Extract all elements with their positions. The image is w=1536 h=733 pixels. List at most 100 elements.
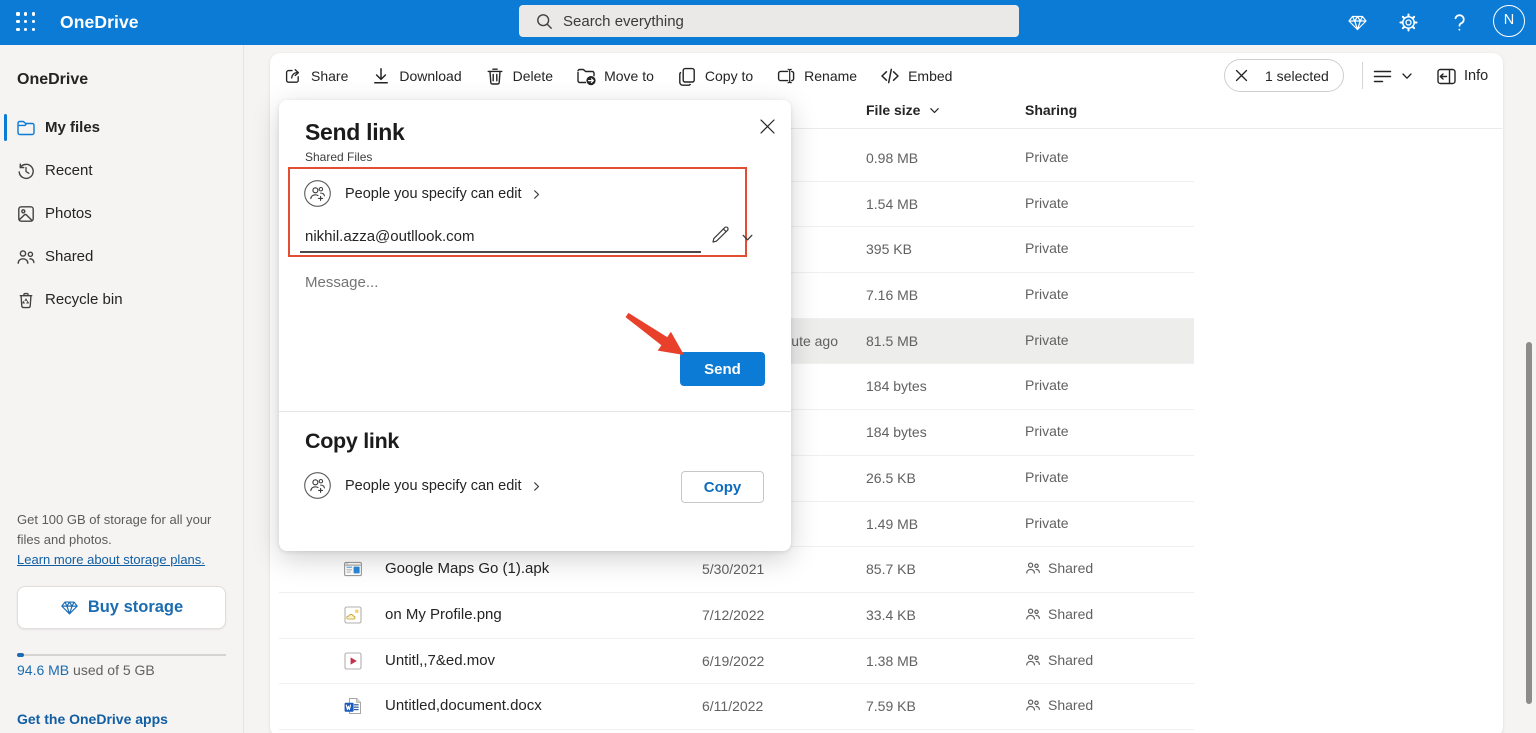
file-size: 184 bytes [866,424,927,441]
sidebar-item-label: My files [45,119,101,136]
file-row[interactable]: Google Maps Go (1).apk 5/30/2021 85.7 KB Sh… [279,547,1194,593]
file-size: 1.38 MB [866,652,919,669]
move-to-button[interactable]: Move to [568,66,654,86]
file-sharing: Shared [1025,604,1093,624]
dismiss-selection-icon [1235,69,1248,82]
download-icon [371,66,391,86]
share-button[interactable]: Share [275,66,348,86]
column-header-file-size[interactable]: File size [866,102,940,118]
buy-storage-label: Buy storage [87,598,184,616]
premium-diamond-icon[interactable] [1347,12,1368,33]
view-options-button[interactable] [1372,61,1422,91]
embed-button[interactable]: Embed [872,66,952,86]
storage-quota-bar [17,654,226,656]
image-file-icon [343,605,363,625]
settings-gear-icon[interactable] [1398,12,1419,33]
dialog-close-button[interactable] [759,118,781,140]
vertical-scrollbar[interactable] [1526,342,1532,704]
sort-chevron-icon [930,107,940,113]
chevron-right-icon [533,482,539,491]
image-icon [16,204,36,224]
embed-icon [880,66,900,86]
app-launcher-waffle-icon[interactable] [16,12,37,33]
chevron-down-icon [1402,73,1412,79]
file-sharing: Shared [1025,695,1093,715]
dialog-title: Send link [305,119,405,145]
message-placeholder[interactable]: Message... [305,274,378,291]
sidebar-item-recycle-bin[interactable]: Recycle bin [0,278,244,321]
file-size: 7.16 MB [866,287,919,304]
sidebar-item-label: Photos [45,205,92,222]
copy-permission-row[interactable]: People you specify can edit [304,472,542,499]
edit-pencil-icon[interactable] [710,224,731,245]
storage-usage-text: 94.6 MB used of 5 GB [17,662,155,678]
toolbar-action-label: Download [399,67,462,84]
file-sharing: Private [1025,423,1069,440]
delete-icon [485,66,505,86]
app-header: OneDrive N [0,0,1536,45]
help-icon[interactable] [1449,12,1470,33]
account-avatar[interactable]: N [1493,5,1525,37]
copy-link-title: Copy link [305,429,400,453]
buy-storage-button[interactable]: Buy storage [17,586,226,629]
file-row[interactable]: on My Profile.png 7/12/2022 33.4 KB Shared [279,593,1194,639]
get-onedrive-apps-link[interactable]: Get the OneDrive apps [17,711,168,727]
link-permission-row[interactable]: People you specify can edit [304,180,542,207]
recipient-dropdown-chevron-icon[interactable] [741,231,754,244]
word-file-icon [343,696,363,716]
delete-button[interactable]: Delete [477,66,553,86]
sidebar-item-label: Recent [45,162,93,179]
file-size: 26.5 KB [866,469,916,486]
sidebar-title: OneDrive [17,71,89,88]
rename-icon [776,66,796,86]
sidebar: OneDrive My files Recent Photos Shared Recyc… [0,45,244,733]
avatar-initial: N [1503,12,1515,28]
file-row[interactable]: Untitled,document.docx 6/11/2022 7.59 KB Sh… [279,684,1194,730]
close-icon [760,119,775,134]
sidebar-item-shared[interactable]: Shared [0,235,244,278]
storage-quota-used [17,653,24,657]
shared-people-icon [1026,562,1040,574]
sidebar-item-photos[interactable]: Photos [0,192,244,235]
person-add-icon [304,180,331,207]
dialog-divider [279,411,791,412]
usage-rest: used of 5 GB [69,662,155,678]
toolbar-action-label: Share [311,67,349,84]
search-input[interactable] [563,5,1003,37]
move-to-icon [576,66,596,86]
copy-to-button[interactable]: Copy to [669,66,753,86]
file-size: 1.49 MB [866,515,919,532]
person-add-icon [304,472,331,499]
file-name: Untitled,document.docx [385,697,542,715]
sidebar-item-recent[interactable]: Recent [0,149,244,192]
file-sharing: Private [1025,331,1069,348]
copy-button[interactable]: Copy [681,471,764,503]
history-icon [16,161,36,181]
storage-plans-link[interactable]: Learn more about storage plans. [17,552,205,567]
sidebar-nav: My files Recent Photos Shared Recycle bin [0,106,244,321]
file-sharing: Shared [1025,558,1093,578]
file-size: 0.98 MB [866,150,919,166]
shared-people-icon [1026,654,1040,666]
send-link-dialog: Send link Shared Files People you specif… [279,100,791,551]
sidebar-item-label: Recycle bin [45,291,123,308]
info-pane-icon [1437,68,1456,84]
file-row[interactable]: Untitl,,7&ed.mov 6/19/2022 1.38 MB Shared [279,639,1194,685]
video-file-icon [343,651,363,671]
recipient-email[interactable]: nikhil.azza@outllook.com [305,228,474,245]
selection-count-pill[interactable]: 1 selected [1224,59,1344,92]
file-sharing: Private [1025,514,1069,531]
info-button[interactable]: Info [1436,61,1488,91]
download-button[interactable]: Download [363,66,462,86]
rename-button[interactable]: Rename [768,66,857,86]
column-header-sharing[interactable]: Sharing [1025,102,1077,118]
file-modified: 6/19/2022 [702,652,765,669]
sidebar-item-my-files[interactable]: My files [0,106,244,149]
file-modified: 5/30/2021 [702,561,765,578]
toolbar-action-label: Delete [512,67,554,84]
copy-to-icon [677,66,697,86]
toolbar-action-label: Embed [908,67,953,84]
search-box[interactable] [519,5,1019,37]
file-name: on My Profile.png [385,605,502,623]
email-input-underline [300,251,701,253]
